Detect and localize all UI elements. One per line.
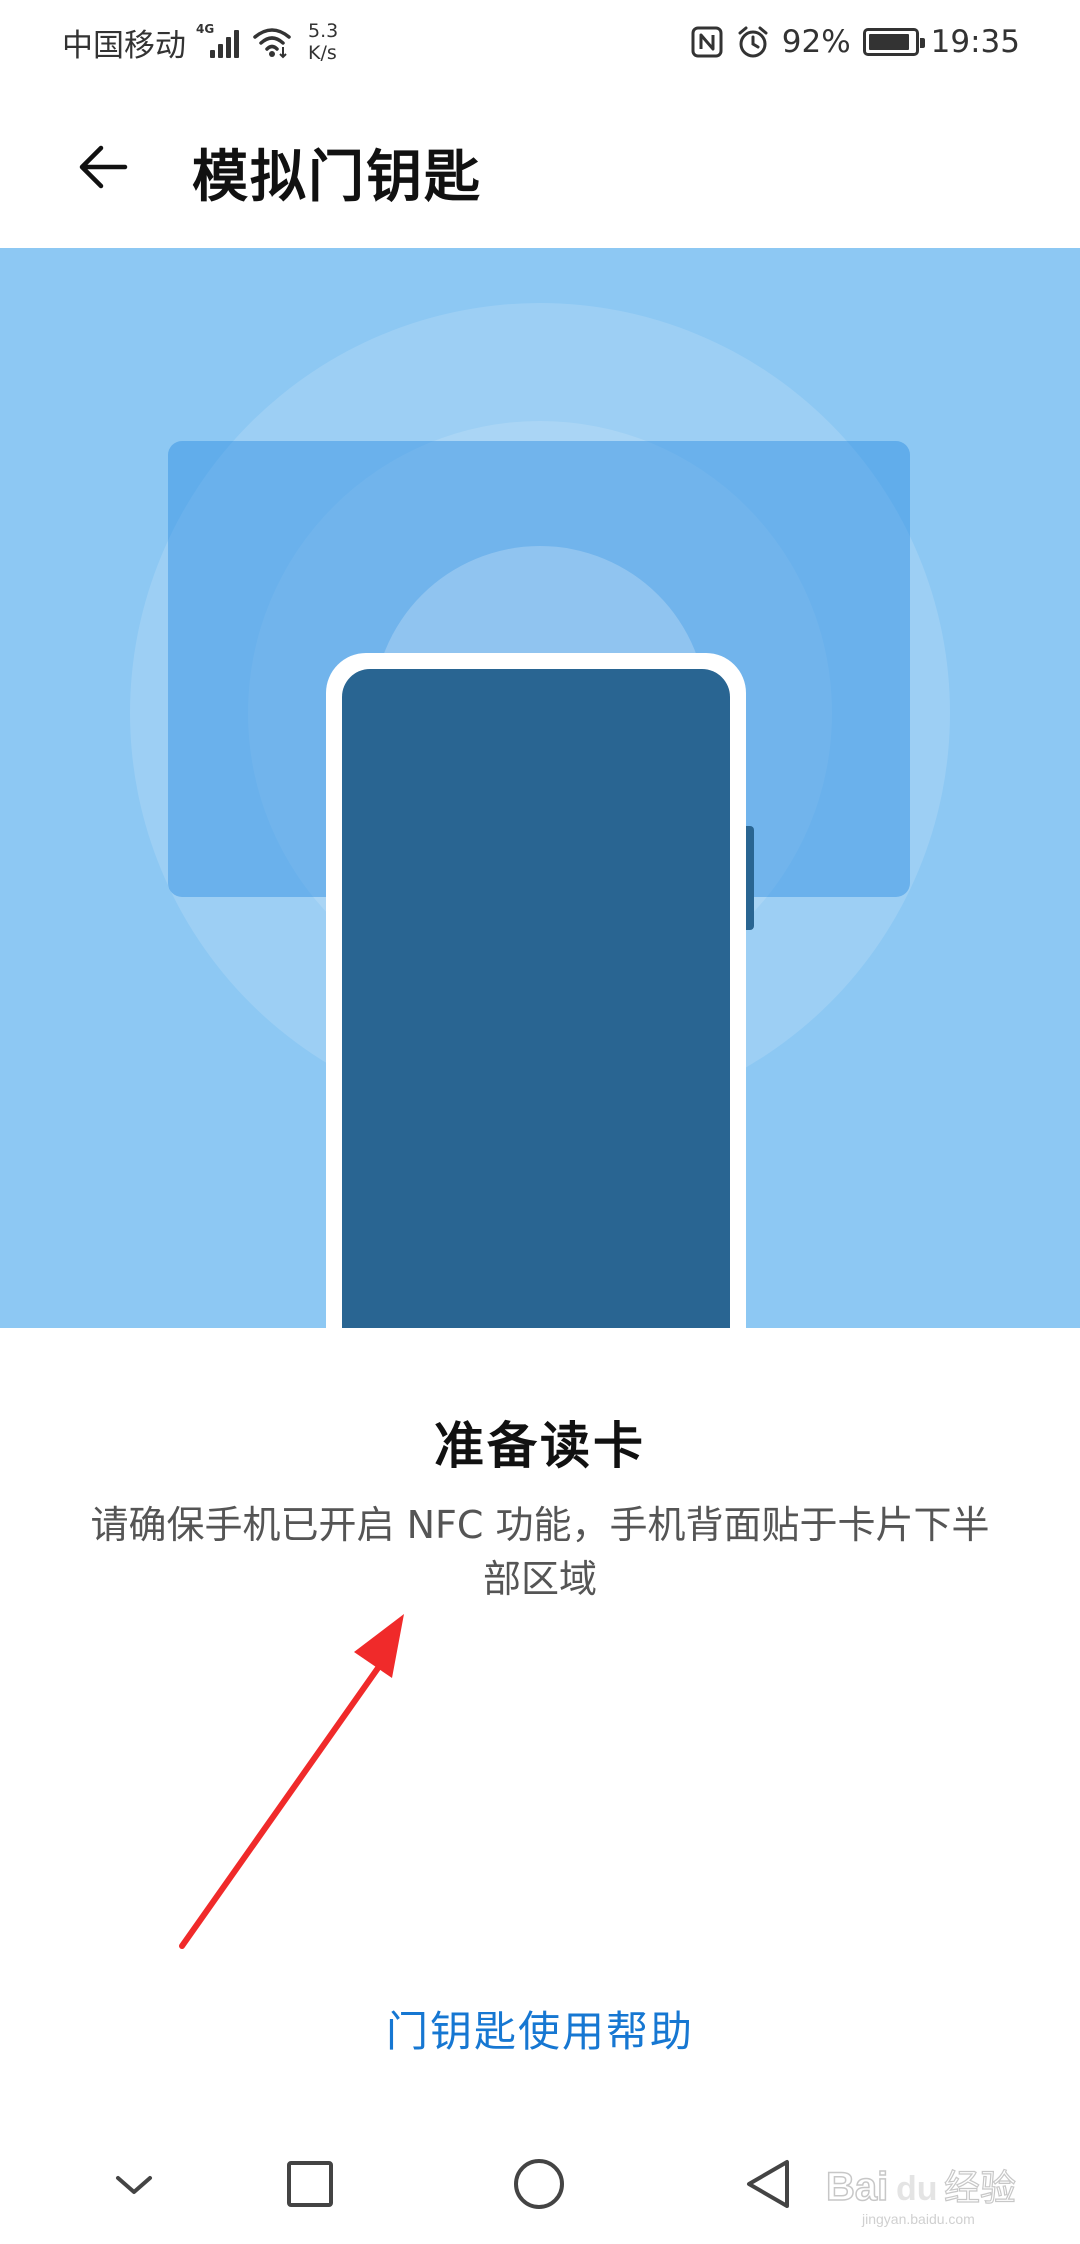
square-icon [287,2161,333,2207]
nfc-icon [691,26,723,58]
triangle-back-icon [747,2160,789,2208]
alarm-icon [738,26,768,58]
nfc-illustration [0,248,1080,1328]
net-speed-value: 5.3 [308,20,339,42]
battery-icon [862,28,925,56]
network-type: 4G [196,22,215,36]
svg-text:经验: 经验 [944,2168,1016,2209]
phone-side-button [746,826,754,930]
status-left: 中国移动 4G 5.3 K/s [62,20,338,64]
signal-icon: 4G [196,22,242,60]
status-bar: 中国移动 4G 5.3 K/s 92% 19:35 [0,0,1080,84]
svg-text:Bai: Bai [826,2165,888,2209]
clock: 19:35 [930,24,1020,60]
nav-hide-button[interactable] [104,2154,164,2214]
phone-graphic [326,653,746,1328]
svg-text:jingyan.baidu.com: jingyan.baidu.com [861,2211,975,2227]
net-speed: 5.3 K/s [308,20,338,64]
app-header: 模拟门钥匙 [0,84,1080,248]
wifi-icon [253,28,291,59]
help-link[interactable]: 门钥匙使用帮助 [0,1998,1080,2059]
content-description: 请确保手机已开启 NFC 功能，手机背面贴于卡片下半部区域 [90,1503,990,1601]
carrier-name: 中国移动 [62,27,186,64]
svg-text:du: du [896,2170,938,2208]
nav-recents-button[interactable] [280,2154,340,2214]
chevron-down-icon [116,2176,152,2194]
net-speed-unit: K/s [308,42,337,64]
circle-icon [514,2159,564,2209]
back-button[interactable] [62,124,148,210]
screen: 中国移动 4G 5.3 K/s 92% 19:35 模拟门钥匙 准备读卡 请确保… [0,0,1080,2244]
arrow-left-icon [79,145,128,189]
status-right: 92% 19:35 [690,20,1020,64]
page-title: 模拟门钥匙 [192,145,482,210]
content-title: 准备读卡 [434,1417,646,1475]
nav-home-button[interactable] [509,2154,569,2214]
nav-back-button[interactable] [738,2154,798,2214]
phone-screen [342,669,730,1328]
battery-percent: 92% [781,24,851,60]
baidu-jingyan-watermark: Bai du 经验 jingyan.baidu.com [825,2164,1016,2227]
